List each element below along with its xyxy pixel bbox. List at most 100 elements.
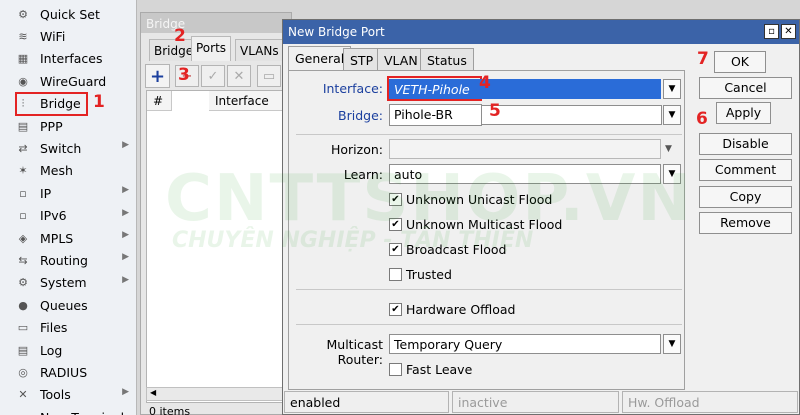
sidebar-item-mesh[interactable]: ✶ Mesh — [14, 160, 137, 182]
sidebar-item-ip[interactable]: ▫ IP ▶ — [14, 182, 137, 204]
ok-button[interactable]: OK — [714, 51, 766, 73]
horizon-input[interactable] — [389, 139, 661, 159]
checkbox-icon: ✔ — [389, 243, 402, 256]
sidebar-item-interfaces[interactable]: ▦ Interfaces — [14, 48, 137, 70]
sidebar-item-quick-set[interactable]: ⚙ Quick Set — [14, 3, 137, 25]
column-header-number[interactable]: # — [147, 91, 172, 111]
copy-button[interactable]: Copy — [699, 186, 792, 208]
sidebar-item-label: Quick Set — [40, 6, 100, 22]
chevron-down-icon: ▼ — [668, 339, 676, 349]
sidebar-item-label: PPP — [40, 118, 63, 134]
bridge-label: Bridge: — [338, 108, 383, 123]
learn-dropdown[interactable]: ▼ — [663, 164, 681, 184]
multicast-router-select[interactable]: Temporary Query — [389, 334, 661, 354]
sidebar-item-label: MPLS — [40, 230, 74, 246]
mesh-icon: ✶ — [18, 164, 28, 178]
tab-general[interactable]: General — [288, 46, 352, 71]
multicast-router-dropdown[interactable]: ▼ — [663, 334, 681, 354]
restore-icon: ▫ — [768, 26, 775, 37]
tab-vlans[interactable]: VLANs — [235, 39, 283, 61]
tab-ports[interactable]: Ports — [191, 36, 232, 61]
sidebar-item-label: IP — [40, 185, 52, 201]
sidebar-item-routing[interactable]: ⇆ Routing ▶ — [14, 249, 137, 271]
comment-icon: ▭ — [262, 68, 276, 84]
routing-icon: ⇆ — [18, 253, 28, 267]
checkbox-icon: ✔ — [389, 218, 402, 231]
general-panel: Interface: VETH-Pihole ▼ Bridge: Pihole-… — [288, 70, 685, 390]
divider — [296, 324, 682, 325]
add-button[interactable]: + — [145, 64, 170, 88]
horizon-toggle[interactable]: ▼ — [665, 144, 677, 154]
checkbox-icon: ✔ — [389, 193, 402, 206]
chevron-down-icon: ▼ — [668, 169, 676, 179]
hardware-offload-checkbox[interactable]: ✔ Hardware Offload — [389, 302, 516, 317]
multicast-router-label: Multicast Router: — [326, 337, 383, 367]
apply-button[interactable]: Apply — [716, 102, 771, 124]
comment-button[interactable]: ▭ — [257, 65, 281, 87]
sidebar-item-files[interactable]: ▭ Files — [14, 317, 137, 339]
column-header-interface[interactable]: Interface — [209, 91, 293, 111]
ports-list[interactable]: # Interface — [146, 90, 294, 403]
checkbox-icon — [389, 268, 402, 281]
sidebar-item-label: WiFi — [40, 28, 66, 44]
check-icon: ✓ — [207, 68, 219, 84]
sidebar-item-label: WireGuard — [40, 73, 107, 89]
radius-icon: ◎ — [18, 365, 28, 379]
trusted-checkbox[interactable]: Trusted — [389, 267, 452, 282]
sidebar-item-queues[interactable]: ● Queues — [14, 294, 137, 316]
enable-button[interactable]: ✓ — [201, 65, 225, 87]
mpls-icon: ◈ — [18, 231, 28, 245]
sidebar-item-wifi[interactable]: ≋ WiFi — [14, 25, 137, 47]
interface-dropdown[interactable]: ▼ — [663, 79, 681, 99]
sidebar-item-tools[interactable]: ✕ Tools ▶ — [14, 384, 137, 406]
cancel-button[interactable]: Cancel — [699, 77, 792, 99]
sidebar-item-radius[interactable]: ◎ RADIUS — [14, 361, 137, 383]
chevron-down-icon: ▼ — [668, 110, 676, 120]
broadcast-flood-checkbox[interactable]: ✔ Broadcast Flood — [389, 242, 507, 257]
bridge-select[interactable]: Pihole-BR — [389, 104, 482, 126]
step-number-6: 6 — [696, 109, 708, 129]
close-button[interactable]: ✕ — [781, 24, 796, 39]
bridge-menu-highlight — [15, 92, 88, 116]
interface-label: Interface: — [322, 81, 383, 96]
unknown-unicast-flood-checkbox[interactable]: ✔ Unknown Unicast Flood — [389, 192, 552, 207]
remove-button[interactable]: Remove — [699, 212, 792, 234]
interfaces-icon: ▦ — [17, 52, 29, 66]
fast-leave-checkbox[interactable]: Fast Leave — [389, 362, 472, 377]
sidebar-item-ipv6[interactable]: ▫ IPv6 ▶ — [14, 205, 137, 227]
divider — [296, 134, 682, 135]
tab-status[interactable]: Status — [420, 48, 474, 70]
sidebar-item-log[interactable]: ▤ Log — [14, 339, 137, 361]
cross-icon: ✕ — [233, 68, 245, 84]
sidebar-item-wireguard[interactable]: ◉ WireGuard — [14, 70, 137, 92]
sidebar-item-mpls[interactable]: ◈ MPLS ▶ — [14, 227, 137, 249]
sidebar-item-label: Interfaces — [40, 51, 103, 67]
learn-select[interactable]: auto — [389, 164, 661, 184]
unknown-multicast-flood-checkbox[interactable]: ✔ Unknown Multicast Flood — [389, 217, 562, 232]
triangle-down-icon: ▼ — [665, 144, 672, 154]
submenu-arrow-icon: ▶ — [122, 140, 129, 151]
disable-button[interactable]: Disable — [699, 133, 792, 155]
restore-button[interactable]: ▫ — [764, 24, 779, 39]
bridge-select-rest[interactable] — [482, 105, 662, 125]
dialog-title: New Bridge Port — [283, 20, 799, 44]
sidebar-item-new-terminal[interactable]: ▪ New Terminal — [14, 406, 137, 415]
ipv6-icon: ▫ — [19, 209, 27, 223]
tab-vlan[interactable]: VLAN — [377, 48, 425, 70]
sidebar-item-label: Switch — [40, 140, 82, 156]
quick-set-icon: ⚙ — [18, 7, 28, 21]
tools-icon: ✕ — [18, 388, 28, 402]
sidebar-item-ppp[interactable]: ▤ PPP — [14, 115, 137, 137]
interface-select[interactable]: VETH-Pihole — [389, 79, 661, 99]
horizon-label: Horizon: — [330, 142, 383, 157]
step-number-2: 2 — [174, 26, 186, 46]
horizontal-scrollbar[interactable]: ◀ — [146, 387, 286, 401]
disable-button[interactable]: ✕ — [227, 65, 251, 87]
terminal-icon: ▪ — [14, 410, 32, 415]
sidebar-item-switch[interactable]: ⇄ Switch ▶ — [14, 137, 137, 159]
comment-button[interactable]: Comment — [699, 159, 792, 181]
tab-stp[interactable]: STP — [343, 48, 381, 70]
checkbox-icon — [389, 363, 402, 376]
sidebar-item-system[interactable]: ⚙ System ▶ — [14, 272, 137, 294]
bridge-dropdown[interactable]: ▼ — [663, 105, 681, 125]
